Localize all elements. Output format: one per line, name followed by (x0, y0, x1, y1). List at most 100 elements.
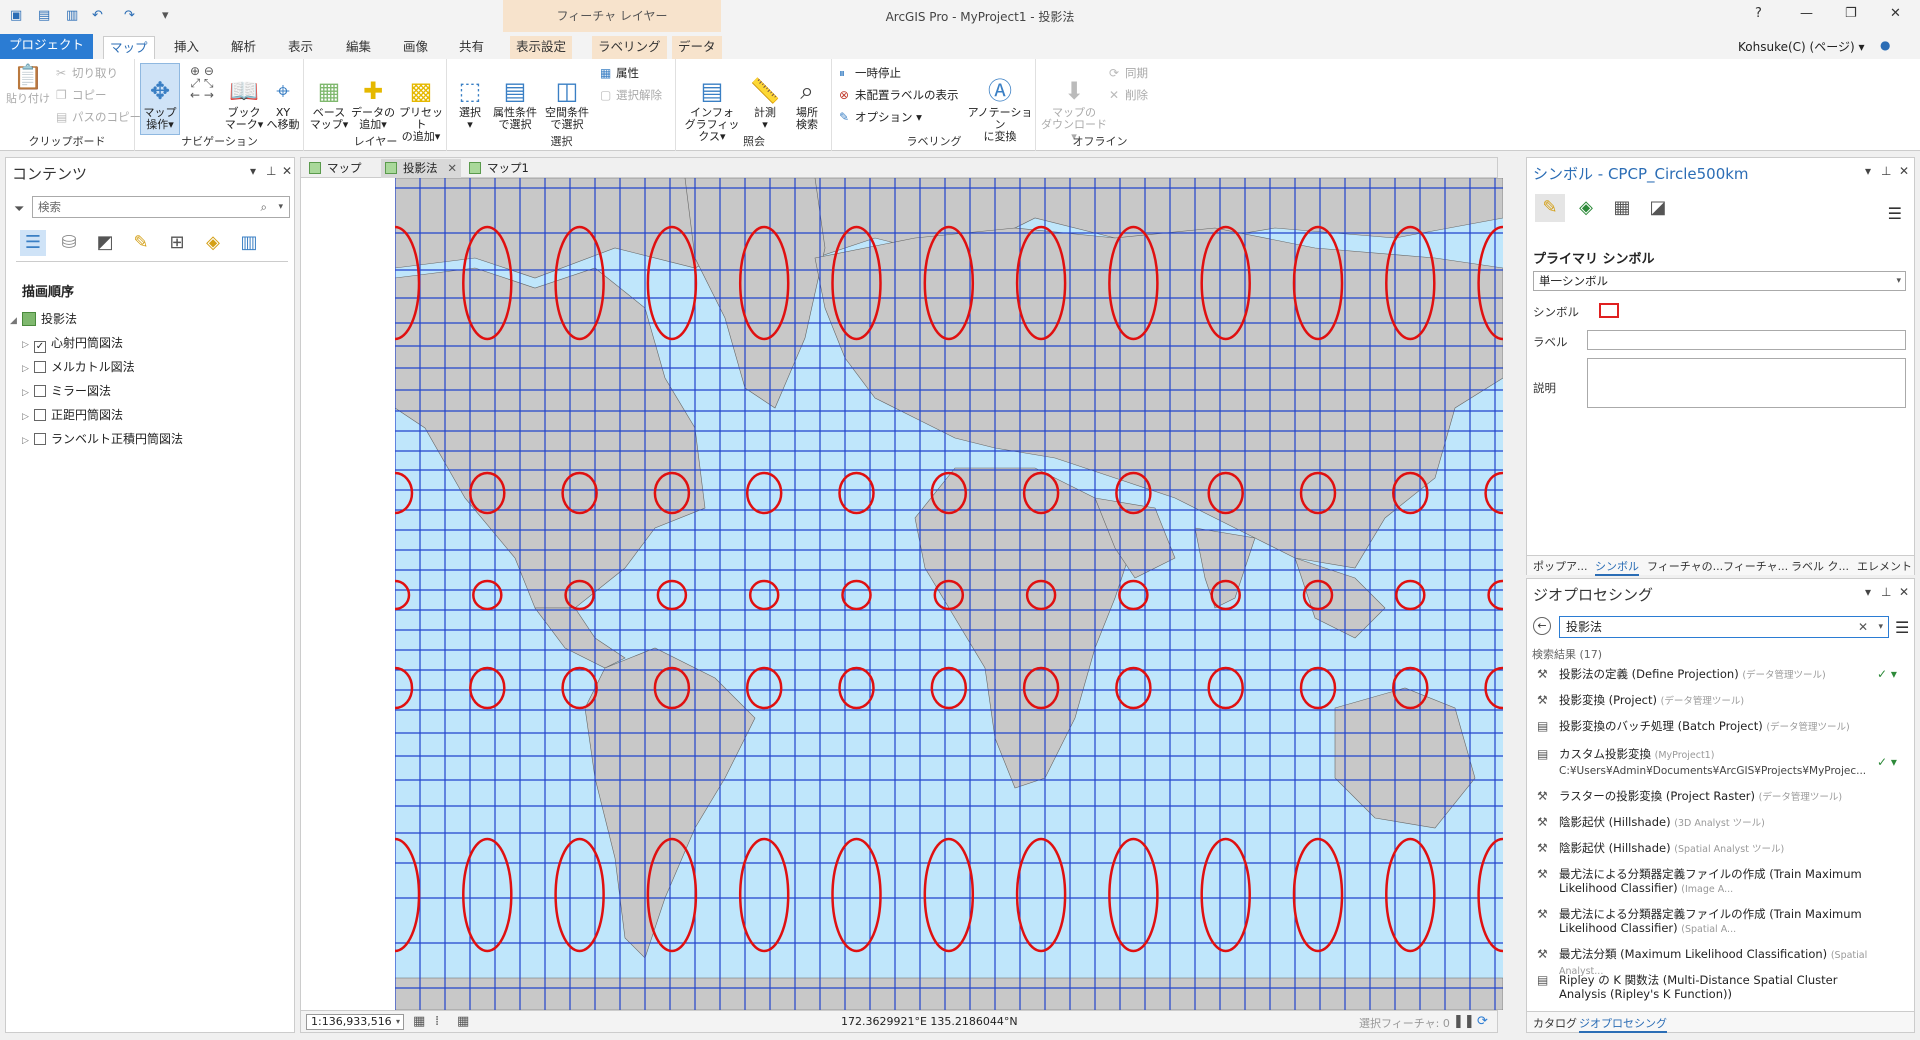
tab-share[interactable]: 共有 (453, 36, 490, 59)
tab-popups[interactable]: ポップア... (1533, 558, 1588, 574)
clear-selection-button[interactable]: ▢ 選択解除 (600, 87, 662, 103)
select-by-attributes-button[interactable]: ▤ 属性条件 で選択 (490, 65, 540, 131)
tool-result-item[interactable]: ▤ 投影変換のバッチ処理 (Batch Project) (データ管理ツール) (1537, 719, 1907, 735)
pane-options-icon[interactable]: ▾ (1865, 164, 1871, 178)
bookmarks-button[interactable]: 📖 ブック マーク▾ (224, 65, 264, 131)
close-pane-icon[interactable]: ✕ (1899, 164, 1909, 178)
toc-layer[interactable]: ▷ ミラー図法 (22, 382, 111, 399)
primary-symbology-icon[interactable]: ✎ (1535, 194, 1565, 222)
tool-result-item[interactable]: ⚒ 最尤法による分類器定義ファイルの作成 (Train Maximum Like… (1537, 907, 1907, 937)
expand-icon[interactable]: ▷ (22, 388, 34, 398)
measure-button[interactable]: 📏 計測 ▾ (745, 65, 785, 131)
draw-order-icon[interactable]: ☰ (20, 230, 46, 256)
sync-button[interactable]: ⟳ 同期 (1109, 65, 1148, 81)
toc-layer[interactable]: ▷ ✓ 心射円筒図法 (22, 334, 123, 353)
remove-button[interactable]: ✕ 削除 (1109, 87, 1148, 103)
close-pane-icon[interactable]: ✕ (282, 164, 292, 178)
grid-icon[interactable]: ▦ (457, 1014, 469, 1029)
tab-label-class[interactable]: ラベル ク... (1791, 558, 1849, 574)
pin-icon[interactable]: ⊥ (1881, 164, 1891, 178)
map-tab-map1[interactable]: マップ1 (465, 159, 545, 178)
advanced-symbology-icon[interactable]: ▦ (1607, 194, 1637, 222)
tab-map[interactable]: マップ (103, 36, 155, 59)
pane-options-icon[interactable]: ▾ (250, 164, 256, 178)
tab-analysis[interactable]: 解析 (225, 36, 262, 59)
tool-result-item[interactable]: ⚒ ラスターの投影変換 (Project Raster) (データ管理ツール) (1537, 789, 1907, 805)
close-tab-icon[interactable]: ✕ (447, 159, 457, 177)
tool-search-input[interactable]: 投影法 ✕ ▾ (1559, 616, 1889, 638)
locate-button[interactable]: ⌕ 場所 検索 (787, 65, 827, 131)
tool-result-item[interactable]: ⚒ 最尤法分類 (Maximum Likelihood Classificati… (1537, 947, 1907, 977)
check-icon[interactable]: ✓ ▾ (1877, 667, 1897, 681)
expand-icon[interactable]: ▷ (22, 340, 34, 350)
tool-result-item[interactable]: ⚒ 最尤法による分類器定義ファイルの作成 (Train Maximum Like… (1537, 867, 1907, 897)
menu-icon[interactable]: ☰ (1888, 204, 1902, 223)
masking-icon[interactable]: ◪ (1643, 194, 1673, 222)
layer-checkbox[interactable] (34, 361, 46, 373)
snapping-view-icon[interactable]: ⊞ (164, 230, 190, 256)
editing-view-icon[interactable]: ✎ (128, 230, 154, 256)
explore-button[interactable]: ✥ マップ 操作▾ (140, 65, 180, 131)
select-by-location-button[interactable]: ◫ 空間条件 で選択 (542, 65, 592, 131)
add-preset-button[interactable]: ▩ プリセット の追加▾ (397, 65, 445, 143)
label-options-button[interactable]: ✎ オプション ▾ (839, 109, 922, 125)
tool-result-item[interactable]: ▤ Ripley の K 関数法 (Multi-Distance Spatial… (1537, 973, 1907, 1003)
paste-button[interactable]: 📋 貼り付け (6, 63, 50, 105)
maximize-button[interactable]: ❐ (1845, 6, 1857, 21)
check-icon[interactable]: ✓ ▾ (1877, 755, 1897, 769)
description-input[interactable] (1587, 358, 1906, 408)
layer-checkbox[interactable] (34, 409, 46, 421)
infographics-button[interactable]: ▤ インフォ グラフィックス▾ (681, 65, 743, 143)
tool-result-item[interactable]: ⚒ 陰影起伏 (Hillshade) (Spatial Analyst ツール) (1537, 841, 1907, 857)
tab-project[interactable]: プロジェクト (0, 34, 93, 59)
pin-icon[interactable]: ⊥ (1881, 585, 1891, 599)
layer-checkbox[interactable]: ✓ (34, 341, 46, 353)
labeling-view-icon[interactable]: ◈ (200, 230, 226, 256)
help-icon[interactable]: ? (1755, 6, 1762, 21)
layer-checkbox[interactable] (34, 433, 46, 445)
cut-button[interactable]: ✂ 切り取り (56, 65, 118, 81)
chevron-down-icon[interactable]: ▾ (396, 1015, 400, 1029)
chevron-down-icon[interactable]: ▾ (278, 197, 283, 217)
scale-input[interactable]: 1:136,933,516 ▾ (306, 1014, 404, 1030)
close-button[interactable]: ✕ (1890, 6, 1901, 21)
undo-icon[interactable]: ↶ (92, 8, 103, 23)
tool-result-item[interactable]: ⚒ 投影法の定義 (Define Projection) (データ管理ツール) … (1537, 667, 1907, 683)
fixed-zoom-icon[interactable]: ▦ (413, 1014, 425, 1029)
label-input[interactable] (1587, 330, 1906, 350)
tab-imagery[interactable]: 画像 (397, 36, 434, 59)
back-icon[interactable]: ← (1533, 617, 1551, 635)
tool-result-item[interactable]: ▤ カスタム投影変換 (MyProject1) C:¥Users¥Admin¥Do… (1537, 747, 1907, 777)
toc-layer[interactable]: ▷ メルカトル図法 (22, 358, 135, 375)
expand-icon[interactable]: ▷ (22, 364, 34, 374)
copy-button[interactable]: ❐ コピー (56, 87, 107, 103)
view-unplaced-button[interactable]: ⊗ 未配置ラベルの表示 (839, 87, 959, 103)
selection-view-icon[interactable]: ◩ (92, 230, 118, 256)
refresh-icon[interactable]: ⟳ (1477, 1014, 1488, 1029)
filter-icon[interactable]: ⏷ (14, 202, 24, 217)
new-project-icon[interactable]: ▣ (10, 8, 22, 23)
symbol-swatch[interactable] (1599, 303, 1619, 318)
pane-options-icon[interactable]: ▾ (1865, 585, 1871, 599)
map-tab-map[interactable]: マップ (305, 159, 379, 178)
map-canvas[interactable] (395, 178, 1503, 1010)
menu-icon[interactable]: ☰ (1895, 618, 1909, 637)
tool-result-item[interactable]: ⚒ 投影変換 (Project) (データ管理ツール) (1537, 693, 1907, 709)
symbology-type-select[interactable]: 単一シンボル ▾ (1533, 271, 1906, 291)
expand-icon[interactable]: ▷ (22, 436, 34, 446)
tab-data[interactable]: データ (672, 36, 722, 59)
customize-qat-icon[interactable]: ▾ (162, 8, 169, 23)
copy-path-button[interactable]: ▤ パスのコピー (56, 109, 141, 125)
map-tab-projection[interactable]: 投影法 ✕ (381, 159, 461, 178)
tab-catalog[interactable]: カタログ (1533, 1015, 1577, 1031)
pin-icon[interactable]: ⊥ (266, 164, 276, 178)
tab-appearance[interactable]: 表示設定 (510, 36, 573, 59)
tab-labeling[interactable]: ラベリング (592, 36, 667, 59)
tool-result-item[interactable]: ⚒ 陰影起伏 (Hillshade) (3D Analyst ツール) (1537, 815, 1907, 831)
close-pane-icon[interactable]: ✕ (1899, 585, 1909, 599)
toc-layer[interactable]: ▷ 正距円筒図法 (22, 406, 123, 423)
layer-checkbox[interactable] (34, 385, 46, 397)
selected-features-count[interactable]: 選択フィーチャ: 0 (1359, 1015, 1450, 1031)
toc-layer[interactable]: ▷ ランベルト正積円筒図法 (22, 430, 183, 447)
convert-annotation-button[interactable]: Ⓐ アノテーション に変換 (967, 65, 1033, 143)
